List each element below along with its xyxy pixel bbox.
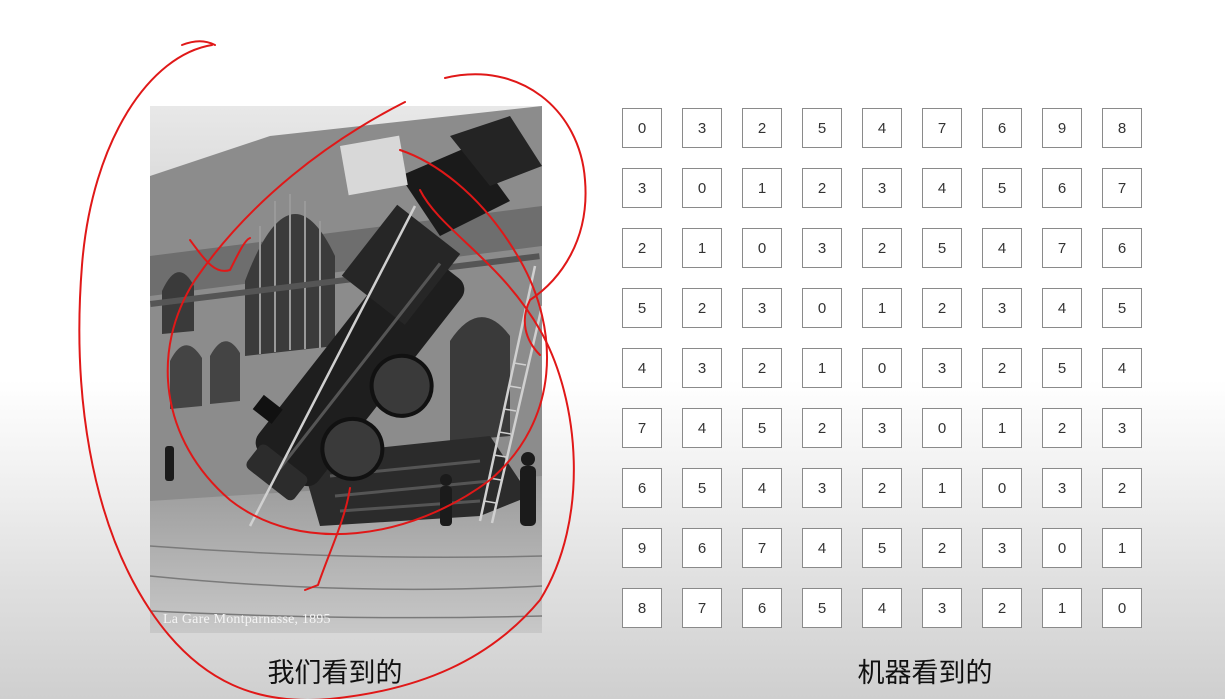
matrix-cell: 6 <box>1042 168 1082 208</box>
matrix-cell: 6 <box>982 108 1022 148</box>
matrix-cell: 4 <box>622 348 662 388</box>
matrix-cell: 7 <box>742 528 782 568</box>
matrix-cell: 1 <box>1102 528 1142 568</box>
matrix-cell: 2 <box>982 588 1022 628</box>
matrix-cell: 8 <box>622 588 662 628</box>
matrix-cell: 1 <box>1042 588 1082 628</box>
matrix-cell: 2 <box>1102 468 1142 508</box>
matrix-cell: 1 <box>922 468 962 508</box>
matrix-cell: 0 <box>922 408 962 448</box>
matrix-cell: 3 <box>802 228 842 268</box>
matrix-cell: 1 <box>982 408 1022 448</box>
matrix-cell: 3 <box>802 468 842 508</box>
matrix-cell: 2 <box>742 108 782 148</box>
matrix-cell: 2 <box>742 348 782 388</box>
matrix-cell: 5 <box>742 408 782 448</box>
matrix-cell: 2 <box>1042 408 1082 448</box>
matrix-cell: 4 <box>682 408 722 448</box>
matrix-cell: 4 <box>862 108 902 148</box>
matrix-cell: 5 <box>982 168 1022 208</box>
matrix-cell: 7 <box>622 408 662 448</box>
matrix-cell: 4 <box>742 468 782 508</box>
matrix-cell: 5 <box>1102 288 1142 328</box>
matrix-cell: 0 <box>682 168 722 208</box>
matrix-cell: 4 <box>1102 348 1142 388</box>
matrix-cell: 0 <box>802 288 842 328</box>
matrix-cell: 6 <box>1102 228 1142 268</box>
matrix-cell: 2 <box>862 228 902 268</box>
matrix-cell: 4 <box>802 528 842 568</box>
matrix-cell: 2 <box>682 288 722 328</box>
matrix-cell: 2 <box>622 228 662 268</box>
train-wreck-photo <box>150 106 542 633</box>
matrix-cell: 3 <box>982 528 1022 568</box>
matrix-cell: 7 <box>1042 228 1082 268</box>
matrix-cell: 0 <box>982 468 1022 508</box>
matrix-cell: 5 <box>682 468 722 508</box>
matrix-cell: 2 <box>982 348 1022 388</box>
matrix-cell: 4 <box>862 588 902 628</box>
matrix-cell: 1 <box>802 348 842 388</box>
train-wreck-illustration <box>150 106 542 633</box>
matrix-cell: 6 <box>622 468 662 508</box>
matrix-cell: 5 <box>802 108 842 148</box>
matrix-cell: 9 <box>622 528 662 568</box>
matrix-cell: 3 <box>862 168 902 208</box>
caption-what-we-see: 我们看到的 <box>267 658 403 689</box>
matrix-cell: 3 <box>1042 468 1082 508</box>
matrix-cell: 0 <box>742 228 782 268</box>
matrix-cell: 3 <box>922 588 962 628</box>
matrix-cell: 8 <box>1102 108 1142 148</box>
matrix-cell: 3 <box>862 408 902 448</box>
caption-what-machine-sees: 机器看到的 <box>857 658 993 689</box>
matrix-cell: 5 <box>922 228 962 268</box>
matrix-cell: 9 <box>1042 108 1082 148</box>
matrix-cell: 0 <box>1102 588 1142 628</box>
slide: La Gare Montparnasse, 1895 0325476983012… <box>0 0 1225 699</box>
matrix-cell: 6 <box>682 528 722 568</box>
matrix-cell: 3 <box>922 348 962 388</box>
matrix-cell: 1 <box>862 288 902 328</box>
matrix-cell: 2 <box>802 408 842 448</box>
matrix-cell: 7 <box>682 588 722 628</box>
matrix-cell: 0 <box>1042 528 1082 568</box>
matrix-cell: 5 <box>1042 348 1082 388</box>
matrix-cell: 4 <box>922 168 962 208</box>
matrix-cell: 3 <box>682 348 722 388</box>
matrix-cell: 3 <box>682 108 722 148</box>
matrix-cell: 0 <box>862 348 902 388</box>
matrix-cell: 4 <box>982 228 1022 268</box>
matrix-cell: 2 <box>862 468 902 508</box>
matrix-cell: 3 <box>1102 408 1142 448</box>
matrix-cell: 6 <box>742 588 782 628</box>
matrix-cell: 4 <box>1042 288 1082 328</box>
matrix-cell: 3 <box>982 288 1022 328</box>
matrix-cell: 7 <box>1102 168 1142 208</box>
number-matrix: 0325476983012345672103254765230123454321… <box>622 108 1142 630</box>
matrix-cell: 3 <box>622 168 662 208</box>
matrix-cell: 2 <box>922 288 962 328</box>
matrix-cell: 2 <box>802 168 842 208</box>
matrix-cell: 5 <box>622 288 662 328</box>
matrix-cell: 1 <box>742 168 782 208</box>
matrix-cell: 1 <box>682 228 722 268</box>
matrix-cell: 0 <box>622 108 662 148</box>
matrix-cell: 5 <box>862 528 902 568</box>
matrix-cell: 3 <box>742 288 782 328</box>
matrix-cell: 2 <box>922 528 962 568</box>
photo-caption: La Gare Montparnasse, 1895 <box>163 612 331 627</box>
matrix-cell: 5 <box>802 588 842 628</box>
matrix-cell: 7 <box>922 108 962 148</box>
